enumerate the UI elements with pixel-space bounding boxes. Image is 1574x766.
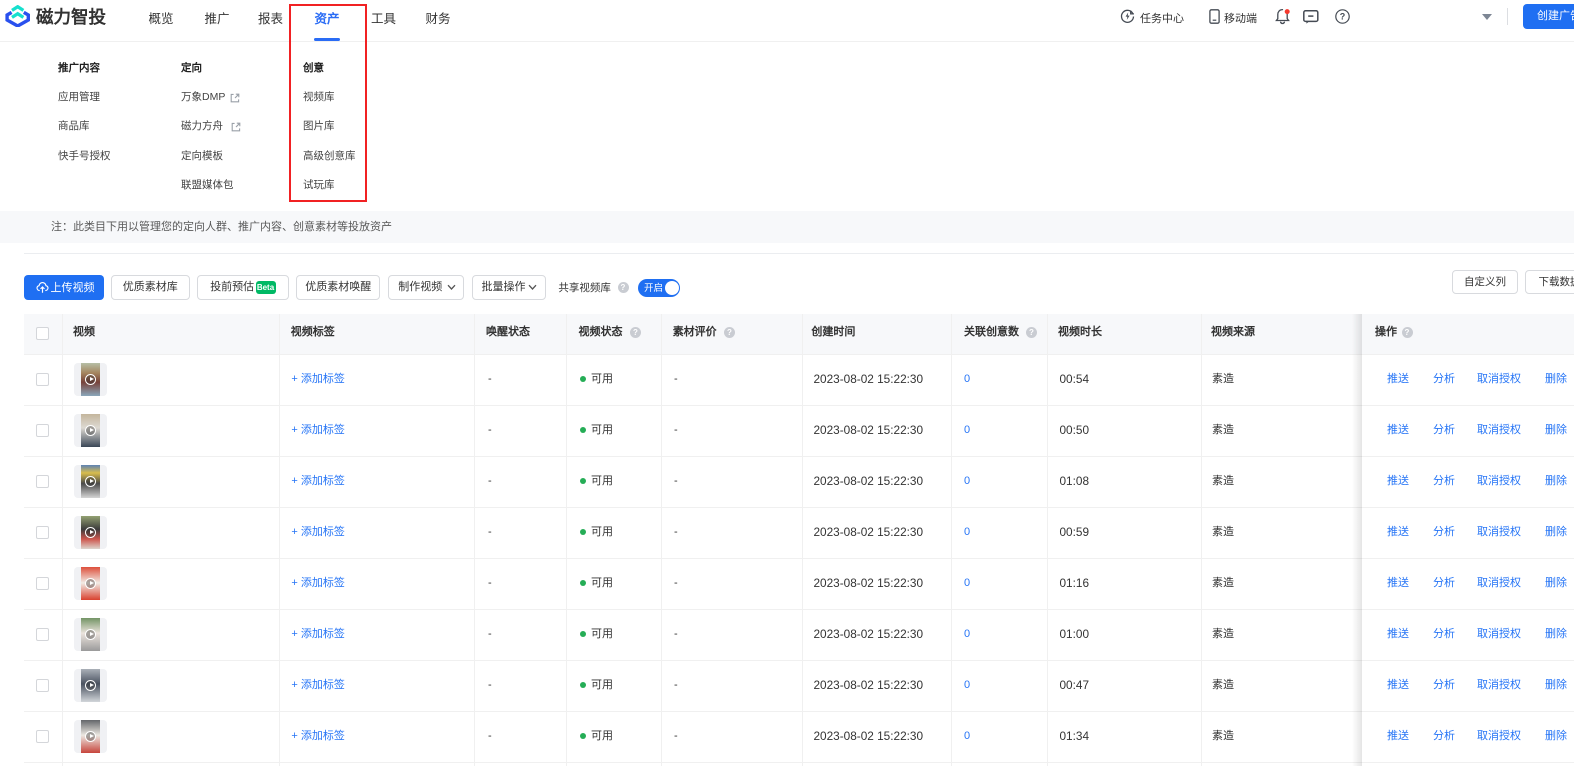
svg-text:?: ? xyxy=(1340,12,1346,22)
